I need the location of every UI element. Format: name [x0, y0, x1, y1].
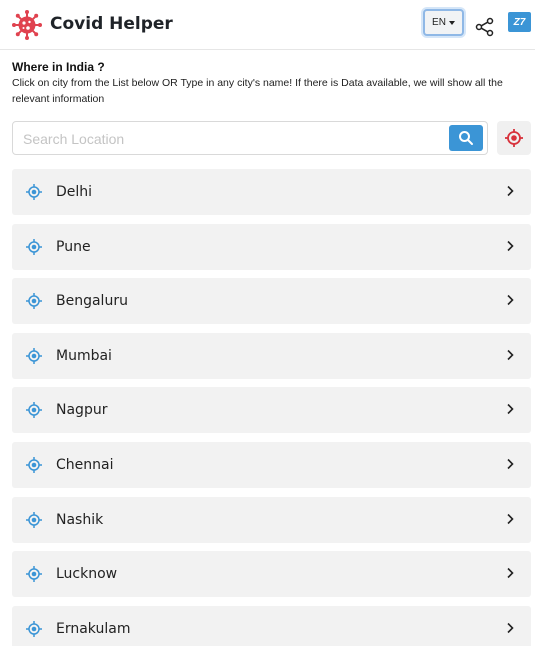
chevron-right-icon: [507, 349, 514, 360]
locate-me-button[interactable]: [497, 121, 531, 155]
search-box: [12, 121, 488, 155]
location-target-icon: [26, 511, 42, 528]
city-item-lucknow[interactable]: Lucknow: [12, 551, 531, 598]
location-target-icon: [26, 184, 42, 200]
chevron-right-icon: [507, 513, 514, 524]
location-target-icon: [26, 402, 42, 419]
city-item-ernakulam[interactable]: Ernakulam: [12, 605, 531, 646]
caret-down-icon: [448, 20, 455, 25]
app-header: Covid Helper EN Z7: [0, 0, 535, 50]
city-name: Mumbai: [56, 347, 112, 364]
brand-logo-text: Z7: [513, 16, 526, 28]
city-item-nagpur[interactable]: Nagpur: [12, 387, 531, 434]
city-name: Pune: [56, 238, 91, 255]
intro-section: Where in India ? Click on city from the …: [12, 60, 527, 107]
location-target-icon: [26, 238, 42, 255]
location-target-icon: [26, 293, 42, 310]
city-item-delhi[interactable]: Delhi: [12, 169, 531, 215]
chevron-right-icon: [507, 458, 514, 470]
city-item-pune[interactable]: Pune: [12, 223, 531, 270]
city-name: Ernakulam: [56, 620, 131, 637]
city-name: Nagpur: [56, 402, 108, 419]
city-name: Bengaluru: [56, 293, 128, 310]
share-icon[interactable]: [475, 17, 495, 37]
search-input[interactable]: [23, 129, 423, 149]
intro-title: Where in India ?: [12, 60, 105, 74]
location-target-icon: [26, 456, 42, 473]
city-item-mumbai[interactable]: Mumbai: [12, 332, 531, 379]
crosshair-icon: [505, 129, 523, 147]
app-title: Covid Helper: [50, 14, 173, 34]
city-list: Delhi Pune Bengaluru Mumbai Nagpur Chenn…: [12, 169, 531, 646]
brand-logo[interactable]: Z7: [508, 12, 531, 32]
city-name: Nashik: [56, 511, 104, 528]
location-target-icon: [26, 566, 42, 583]
language-dropdown[interactable]: EN: [423, 9, 464, 36]
chevron-right-icon: [507, 295, 514, 306]
city-name: Chennai: [56, 456, 114, 473]
virus-icon[interactable]: [11, 9, 43, 41]
chevron-right-icon: [507, 185, 514, 197]
city-item-nashik[interactable]: Nashik: [12, 496, 531, 543]
chevron-right-icon: [507, 240, 514, 251]
city-item-bengaluru[interactable]: Bengaluru: [12, 278, 531, 325]
search-button[interactable]: [449, 125, 483, 151]
city-name: Lucknow: [56, 566, 118, 583]
intro-description: Click on city from the List below OR Typ…: [12, 77, 503, 105]
search-icon: [459, 131, 473, 145]
chevron-right-icon: [507, 404, 514, 415]
city-item-chennai[interactable]: Chennai: [12, 441, 531, 488]
language-label: EN: [432, 17, 446, 28]
city-name: Delhi: [56, 184, 93, 200]
location-target-icon: [26, 347, 42, 364]
chevron-right-icon: [507, 568, 514, 579]
chevron-right-icon: [507, 622, 514, 633]
location-target-icon: [26, 620, 42, 637]
